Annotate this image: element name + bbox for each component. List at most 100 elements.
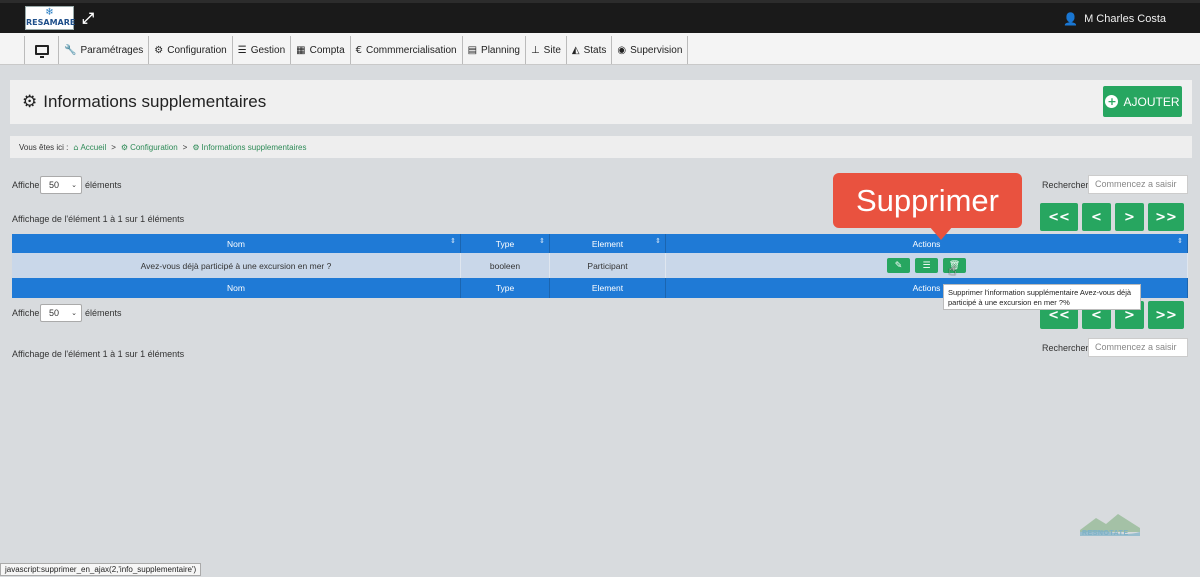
menu-item-parametrages[interactable]: 🔧 Paramétrages [59,36,150,64]
breadcrumb-separator: > [182,142,188,152]
edit-icon: ✎ [894,260,903,271]
cell-nom: Avez-vous déjà participé à une excursion… [12,253,461,278]
user-menu[interactable]: 👤 M Charles Costa [1063,12,1166,26]
search-input-bottom[interactable]: Commencez a saisir [1088,338,1188,357]
cell-element: Participant [550,253,666,278]
cogs-icon: ⚙ [154,44,164,56]
menu-item-label: Compta [309,44,345,56]
footer-element: Element [550,278,666,298]
sitemap-icon: ⊥ [530,44,540,56]
menu-item-commercialisation[interactable]: € Commmercialisation [351,36,463,64]
sort-icon: ⇕ [539,237,545,245]
page-header: ⚙ Informations supplementaires [10,80,1192,124]
eye-icon: ◉ [617,44,627,56]
header-element[interactable]: Element ⇕ [550,234,666,253]
elements-label: éléments [85,180,122,190]
menu-item-supervision[interactable]: ◉ Supervision [612,36,689,64]
fullscreen-icon[interactable]: ⤢ [82,10,98,26]
menu-item-label: Configuration [167,44,227,56]
add-button[interactable]: + AJOUTER [1103,86,1182,117]
watermark-logo [1080,514,1140,536]
show-label-bottom: Afficher [12,308,43,318]
prev-page-button[interactable]: < [1082,203,1111,231]
menu-item-label: Gestion [250,44,286,56]
next-page-button[interactable]: > [1115,203,1144,231]
chevron-down-icon: ⌄ [71,181,77,189]
top-bar: ❄ RESAMARE ⤢ 👤 M Charles Costa [0,0,1200,33]
menu-item-dashboard[interactable] [25,36,59,64]
list-button[interactable]: ☰ [915,258,938,273]
list-icon: ☰ [237,44,247,56]
menu-item-site[interactable]: ⊥ Site [526,36,567,64]
header-nom[interactable]: Nom ⇕ [12,234,461,253]
page-size-select[interactable]: 50 ⌄ [40,176,82,194]
search-input[interactable]: Commencez a saisir [1088,175,1188,194]
breadcrumb-current[interactable]: ⚙ Informations supplementaires [192,143,306,152]
hand-cursor-icon: ☝ [948,263,957,279]
footer-type: Type [461,278,550,298]
menu-item-label: Paramétrages [80,44,144,56]
last-page-button[interactable]: >> [1148,301,1184,329]
calculator-icon: ▦ [296,44,306,56]
home-icon: ⌂ [73,142,79,152]
header-actions[interactable]: Actions ⇕ [666,234,1188,253]
menu-item-label: Planning [481,44,520,56]
show-label: Afficher [12,180,43,190]
euro-icon: € [355,44,362,56]
header-type[interactable]: Type ⇕ [461,234,550,253]
chevron-down-icon: ⌄ [71,309,77,317]
menu-item-compta[interactable]: ▦ Compta [291,36,351,64]
breadcrumb-configuration[interactable]: ⚙ Configuration [121,143,178,152]
cell-type: booleen [461,253,550,278]
sort-icon: ⇕ [450,237,456,245]
info-text-bottom: Affichage de l'élément 1 à 1 sur 1 éléme… [12,349,185,359]
breadcrumb: Vous êtes ici : ⌂ Accueil > ⚙ Configuratio… [10,136,1192,158]
delete-tooltip: Supprimer l'information supplémentaire A… [943,284,1141,310]
first-page-button[interactable]: << [1040,203,1078,231]
calendar-icon: ▤ [467,44,478,56]
elements-label-bottom: éléments [85,308,122,318]
menu-item-label: Commmercialisation [366,44,457,56]
info-text: Affichage de l'élément 1 à 1 sur 1 éléme… [12,214,185,224]
monitor-icon [34,45,49,58]
pagination-top: << < > >> [1040,203,1184,231]
list-icon: ☰ [922,260,931,271]
search-label-bottom: Rechercher : [1042,343,1094,353]
wrench-icon: 🔧 [64,44,77,56]
cell-actions: ✎ ☰ 🗑 [666,253,1188,278]
menu-item-configuration[interactable]: ⚙ Configuration [149,36,233,64]
menu-item-stats[interactable]: ◭ Stats [567,36,613,64]
breadcrumb-prefix: Vous êtes ici : [19,142,69,152]
breadcrumb-separator: > [111,142,116,152]
menu-item-label: Stats [583,44,607,56]
edit-button[interactable]: ✎ [887,258,910,273]
menu-item-label: Supervision [630,44,683,56]
watermark-text: RESNOTATE [1082,530,1129,537]
user-name: M Charles Costa [1084,13,1166,25]
page-title-text: Informations supplementaires [43,92,267,111]
menu-bar: 🔧 Paramétrages ⚙ Configuration ☰ Gestion… [0,33,1200,65]
add-button-label: AJOUTER [1123,94,1180,109]
user-add-icon: 👤 [1063,12,1079,26]
menu-item-planning[interactable]: ▤ Planning [463,36,526,64]
page-size-select-bottom[interactable]: 50 ⌄ [40,304,82,322]
callout-pointer [929,226,953,240]
table-header: Nom ⇕ Type ⇕ Element ⇕ Actions ⇕ [12,234,1188,253]
app-logo[interactable]: ❄ RESAMARE [25,6,75,30]
table-row: Avez-vous déjà participé à une excursion… [12,253,1188,278]
search-label: Rechercher : [1042,180,1094,190]
menu-item-label: Site [543,44,561,56]
sort-icon: ⇕ [655,237,661,245]
menu-item-gestion[interactable]: ☰ Gestion [233,36,292,64]
main-menu: 🔧 Paramétrages ⚙ Configuration ☰ Gestion… [24,36,689,64]
supprimer-callout: Supprimer [833,173,1022,228]
last-page-button[interactable]: >> [1148,203,1184,231]
area-chart-icon: ◭ [571,44,580,56]
footer-nom: Nom [12,278,461,298]
page-title: ⚙ Informations supplementaires [22,92,266,112]
breadcrumb-accueil[interactable]: ⌂ Accueil [73,143,106,152]
plus-circle-icon: + [1105,95,1119,108]
gear-icon: ⚙ [22,92,38,112]
cogs-icon: ⚙ [120,142,129,152]
sort-icon: ⇕ [1177,237,1183,245]
